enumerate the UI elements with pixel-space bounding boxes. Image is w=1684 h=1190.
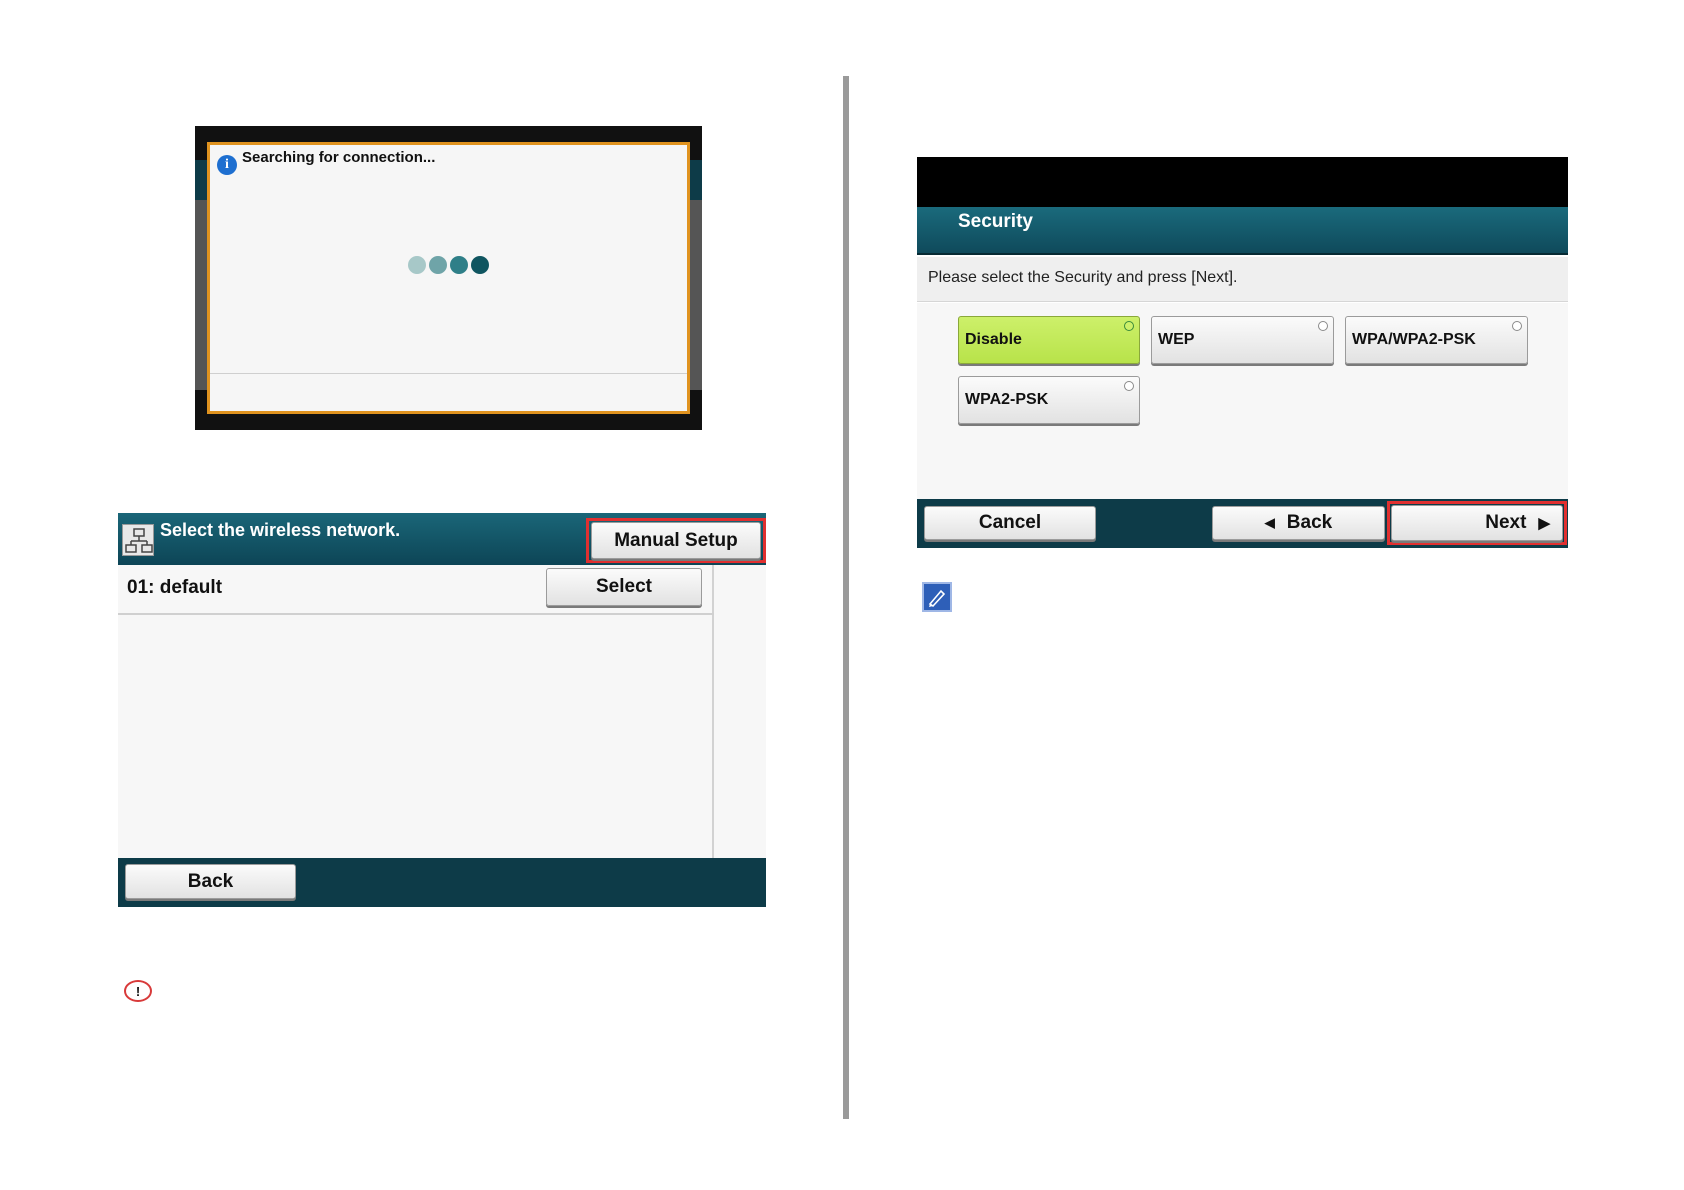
page-divider bbox=[843, 76, 849, 1119]
option-label: WPA2-PSK bbox=[965, 391, 1049, 408]
progress-dot bbox=[471, 256, 489, 274]
search-screen-bg bbox=[690, 200, 702, 390]
network-row-label: 01: default bbox=[127, 577, 223, 598]
security-top-bar bbox=[917, 157, 1568, 207]
next-label: Next bbox=[1485, 512, 1527, 533]
option-wpa2-psk-button[interactable]: WPA2-PSK bbox=[958, 376, 1140, 424]
option-label: WEP bbox=[1158, 331, 1195, 348]
search-screen-bg bbox=[690, 160, 702, 200]
network-icon bbox=[122, 524, 154, 556]
option-wpa-wpa2-psk-button[interactable]: WPA/WPA2-PSK bbox=[1345, 316, 1528, 364]
option-wep-button[interactable]: WEP bbox=[1151, 316, 1334, 364]
searching-message: Searching for connection... bbox=[242, 149, 436, 166]
manual-setup-button[interactable]: Manual Setup bbox=[591, 522, 761, 559]
option-label: Disable bbox=[965, 331, 1022, 348]
cancel-button[interactable]: Cancel bbox=[924, 506, 1096, 540]
selection-indicator-icon bbox=[1318, 321, 1328, 331]
list-scroll-area bbox=[714, 565, 766, 858]
caution-icon: ! bbox=[124, 980, 152, 1002]
selection-indicator-icon bbox=[1124, 381, 1134, 391]
search-screen-bg bbox=[195, 200, 207, 390]
security-instruction: Please select the Security and press [Ne… bbox=[928, 269, 1238, 286]
back-button[interactable]: ◀ Back bbox=[1212, 506, 1385, 540]
dialog-divider bbox=[210, 373, 687, 374]
wireless-title: Select the wireless network. bbox=[160, 520, 401, 540]
next-button[interactable]: Next ▶ bbox=[1391, 505, 1563, 541]
option-label: WPA/WPA2-PSK bbox=[1352, 331, 1476, 348]
option-disable-button[interactable]: Disable bbox=[958, 316, 1140, 364]
row-divider bbox=[118, 613, 714, 615]
selection-indicator-icon bbox=[1124, 321, 1134, 331]
info-icon: i bbox=[217, 155, 237, 175]
progress-dot bbox=[408, 256, 426, 274]
select-network-button[interactable]: Select bbox=[546, 568, 702, 606]
memo-icon bbox=[922, 582, 952, 612]
selection-indicator-icon bbox=[1512, 321, 1522, 331]
security-title: Security bbox=[958, 211, 1033, 232]
back-label: Back bbox=[1286, 512, 1333, 533]
network-list bbox=[118, 565, 714, 858]
progress-dot bbox=[429, 256, 447, 274]
progress-indicator bbox=[408, 256, 489, 274]
progress-dot bbox=[450, 256, 468, 274]
arrow-right-icon: ▶ bbox=[1538, 515, 1550, 532]
arrow-left-icon: ◀ bbox=[1264, 515, 1275, 530]
search-screen-bg bbox=[195, 160, 207, 200]
back-button[interactable]: Back bbox=[125, 864, 296, 899]
